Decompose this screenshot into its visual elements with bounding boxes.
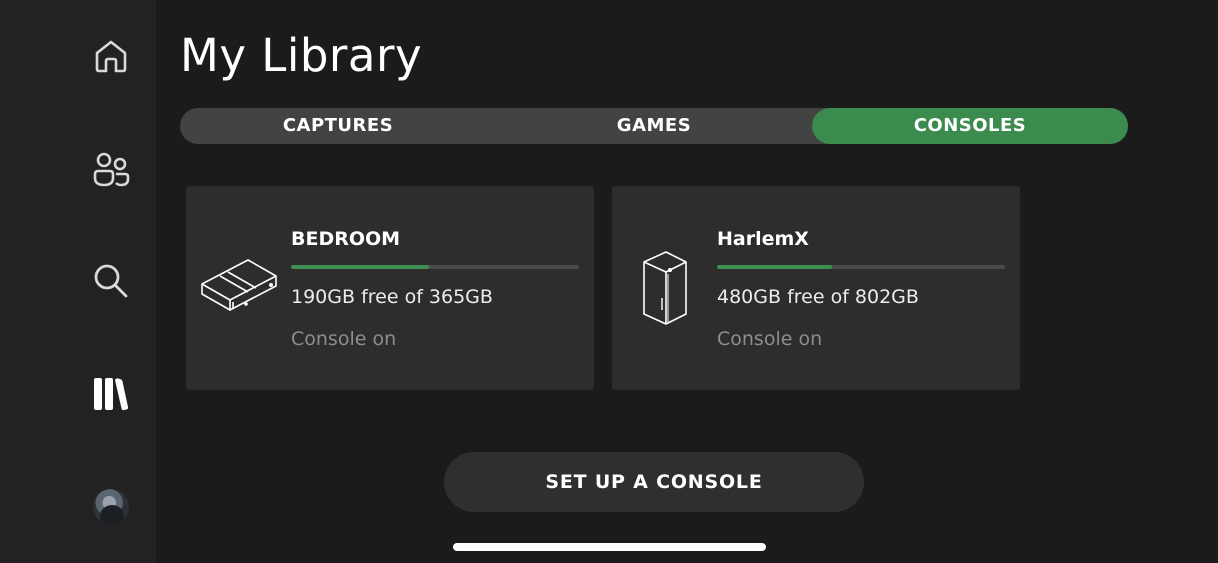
- library-icon: [92, 376, 130, 412]
- library-tabs: CAPTURES GAMES CONSOLES: [180, 108, 1128, 144]
- xbox-series-x-console-icon: [642, 250, 688, 330]
- storage-text: 190GB free of 365GB: [291, 286, 493, 308]
- tab-consoles[interactable]: CONSOLES: [812, 108, 1128, 144]
- app-root: My Library CAPTURES GAMES CONSOLES BEDRO…: [0, 0, 1218, 563]
- storage-bar: [291, 265, 579, 269]
- sidebar-item-home[interactable]: [76, 26, 146, 86]
- home-icon: [93, 38, 129, 74]
- sidebar-item-friends[interactable]: [76, 140, 146, 200]
- sidebar-item-library[interactable]: [76, 364, 146, 424]
- storage-bar: [717, 265, 1005, 269]
- page-title: My Library: [180, 29, 423, 82]
- tab-captures[interactable]: CAPTURES: [180, 108, 496, 144]
- sidebar-item-search[interactable]: [76, 251, 146, 311]
- set-up-console-button[interactable]: SET UP A CONSOLE: [444, 452, 864, 512]
- home-indicator[interactable]: [453, 543, 766, 551]
- storage-bar-fill: [291, 265, 430, 269]
- console-status: Console on: [291, 328, 397, 350]
- console-status: Console on: [717, 328, 823, 350]
- xbox-one-console-icon: [200, 258, 278, 322]
- console-card-harlemx[interactable]: HarlemX 480GB free of 802GB Console on: [612, 186, 1020, 390]
- storage-text: 480GB free of 802GB: [717, 286, 919, 308]
- avatar[interactable]: [93, 489, 129, 525]
- search-icon: [93, 263, 129, 299]
- tab-games[interactable]: GAMES: [496, 108, 812, 144]
- people-icon: [92, 152, 130, 188]
- console-name: HarlemX: [717, 228, 809, 250]
- console-name: BEDROOM: [291, 228, 401, 250]
- storage-bar-fill: [717, 265, 833, 269]
- sidebar: [0, 0, 156, 563]
- console-card-bedroom[interactable]: BEDROOM 190GB free of 365GB Console on: [186, 186, 594, 390]
